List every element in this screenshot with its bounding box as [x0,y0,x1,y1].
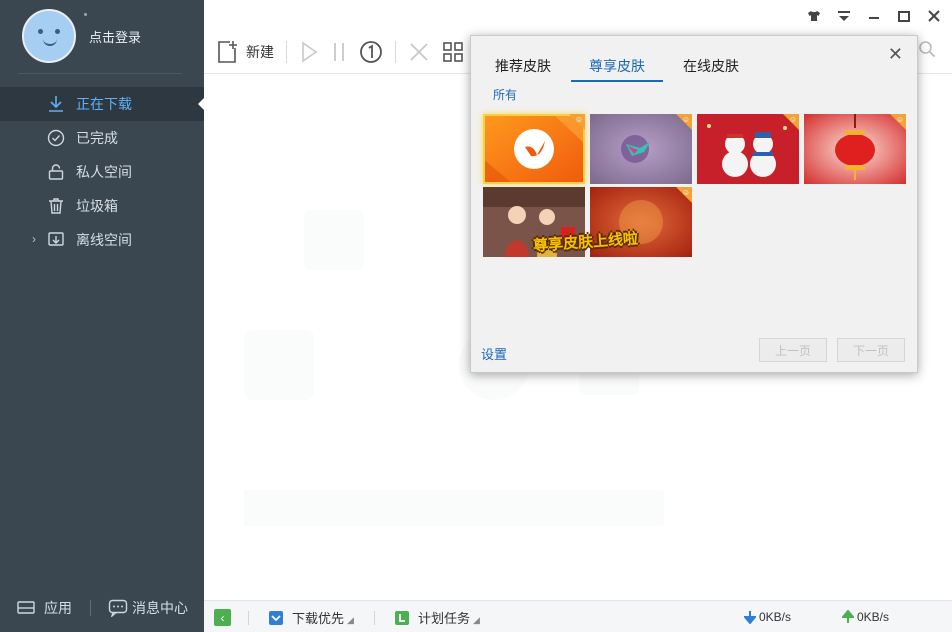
smile-icon: ☺ [788,115,797,124]
upload-speed-value: 0KB/s [857,610,890,624]
toolbar-divider [395,41,396,63]
close-icon[interactable] [926,8,942,24]
dialog-close-icon[interactable]: ✕ [888,44,903,65]
sidebar-item-trash[interactable]: 垃圾箱 [0,189,204,223]
new-task-label: 新建 [246,44,274,60]
sidebar-nav: 正在下载 已完成 私人空间 垃圾箱 › 离线空间 [0,87,204,257]
sidebar-item-downloading[interactable]: 正在下载 [0,87,204,121]
skin-settings-link[interactable]: 设置 [481,344,507,363]
new-task-button[interactable]: 新建 [216,40,274,64]
avatar-eye-left [38,29,43,34]
skin-thumbnail-red-lantern[interactable]: ☺ [804,114,906,184]
download-priority-label: 下载优先 [292,611,345,626]
apps-label: 应用 [44,600,72,616]
schedule-icon [395,610,409,625]
scheduled-tasks-button[interactable]: 计划任务 ◢ [394,608,480,627]
skin-thumbnail-purple-hummingbird[interactable]: ☺ [590,114,692,184]
sidebar-item-label: 私人空间 [76,164,132,180]
cloud-download-icon [48,232,64,246]
pause-button[interactable] [331,41,347,63]
skin-filter-all[interactable]: 所有 [493,86,517,103]
skin-dialog: ✕ 推荐皮肤 尊享皮肤 在线皮肤 所有 ☺ ☺ ☺ ☺ ☺ 尊享皮肤上线啦 设置… [470,35,918,373]
sidebar-divider [18,73,182,74]
sidebar-item-completed[interactable]: 已完成 [0,121,204,155]
skin-tabs: 推荐皮肤 尊享皮肤 在线皮肤 [495,54,777,82]
speed-limit-icon [360,41,382,63]
trash-icon [49,198,63,214]
prev-page-button[interactable]: 上一页 [759,338,827,362]
smile-icon: ☺ [681,115,690,124]
skin-shirt-icon[interactable] [806,8,822,24]
check-circle-icon [47,129,65,147]
main-toolbar: 新建 [216,38,476,66]
start-button[interactable] [299,41,319,63]
collapse-sidebar-button[interactable]: ‹ [214,609,231,626]
skin-thumbnail-orange-bird[interactable]: ☺ [483,114,585,184]
sidebar-item-label: 已完成 [76,130,118,146]
smile-icon: ☺ [574,115,583,124]
apps-icon [17,601,35,614]
message-center-label: 消息中心 [132,600,188,616]
skin-thumbnail-snowmen[interactable]: ☺ [697,114,799,184]
shield-check-icon [269,610,283,625]
next-page-button[interactable]: 下一页 [837,338,905,362]
upload-speed-icon [842,610,854,623]
search-icon [919,41,936,58]
tab-premium-skins[interactable]: 尊享皮肤 [571,54,663,82]
toolbar-divider [286,41,287,63]
scheduled-tasks-label: 计划任务 [418,611,471,626]
delete-button[interactable] [408,41,430,63]
login-link[interactable]: 点击登录 [89,27,141,46]
play-icon [302,41,318,63]
tab-online-skins[interactable]: 在线皮肤 [683,54,739,82]
avatar-eye-right [55,29,60,34]
download-speed-icon [744,611,756,624]
statusbar-divider [248,611,249,625]
sidebar-item-label: 离线空间 [76,232,132,248]
sidebar-item-private-space[interactable]: 私人空间 [0,155,204,189]
download-speed-value: 0KB/s [759,610,792,624]
pause-icon [334,43,344,61]
speed-limit-button[interactable] [359,40,383,64]
chevron-right-icon[interactable]: › [32,232,36,246]
sidebar: 点击登录 正在下载 已完成 私人空间 垃圾箱 › 离线空间 应用 消息中心 [0,0,204,632]
search-button[interactable] [918,40,936,61]
add-file-icon [218,41,237,63]
lock-icon [48,164,64,180]
download-speed: 0KB/s [744,610,791,624]
upload-speed: 0KB/s [842,610,889,624]
sidebar-item-offline-space[interactable]: › 离线空间 [0,223,204,257]
delete-icon [410,43,428,61]
grid-view-icon [443,42,463,62]
smile-icon: ☺ [681,188,690,197]
statusbar-divider [374,611,375,625]
sidebar-bottom-bar: 应用 消息中心 [0,592,204,624]
sidebar-item-label: 正在下载 [76,96,132,112]
avatar-mouth [43,39,57,46]
status-bar: ‹ 下载优先 ◢ 计划任务 ◢ 0KB/s 0KB/s [204,600,952,632]
dropdown-caret-icon: ◢ [347,615,354,625]
message-center-button[interactable]: 消息中心 [108,598,188,618]
download-priority-button[interactable]: 下载优先 ◢ [268,608,354,627]
message-bubble-icon [108,599,128,617]
apps-button[interactable]: 应用 [16,598,72,618]
window-controls [806,8,942,24]
menu-dropdown-icon[interactable] [836,8,852,24]
smile-icon: ☺ [895,115,904,124]
sidebar-bottom-divider [90,600,91,616]
user-avatar[interactable] [22,9,76,63]
grid-view-button[interactable] [442,41,464,63]
sidebar-item-label: 垃圾箱 [76,198,118,214]
download-arrow-icon [49,96,63,112]
status-dot [84,13,87,16]
dropdown-caret-icon: ◢ [473,615,480,625]
minimize-icon[interactable] [866,8,882,24]
tab-recommended-skins[interactable]: 推荐皮肤 [495,54,551,82]
maximize-icon[interactable] [896,8,912,24]
